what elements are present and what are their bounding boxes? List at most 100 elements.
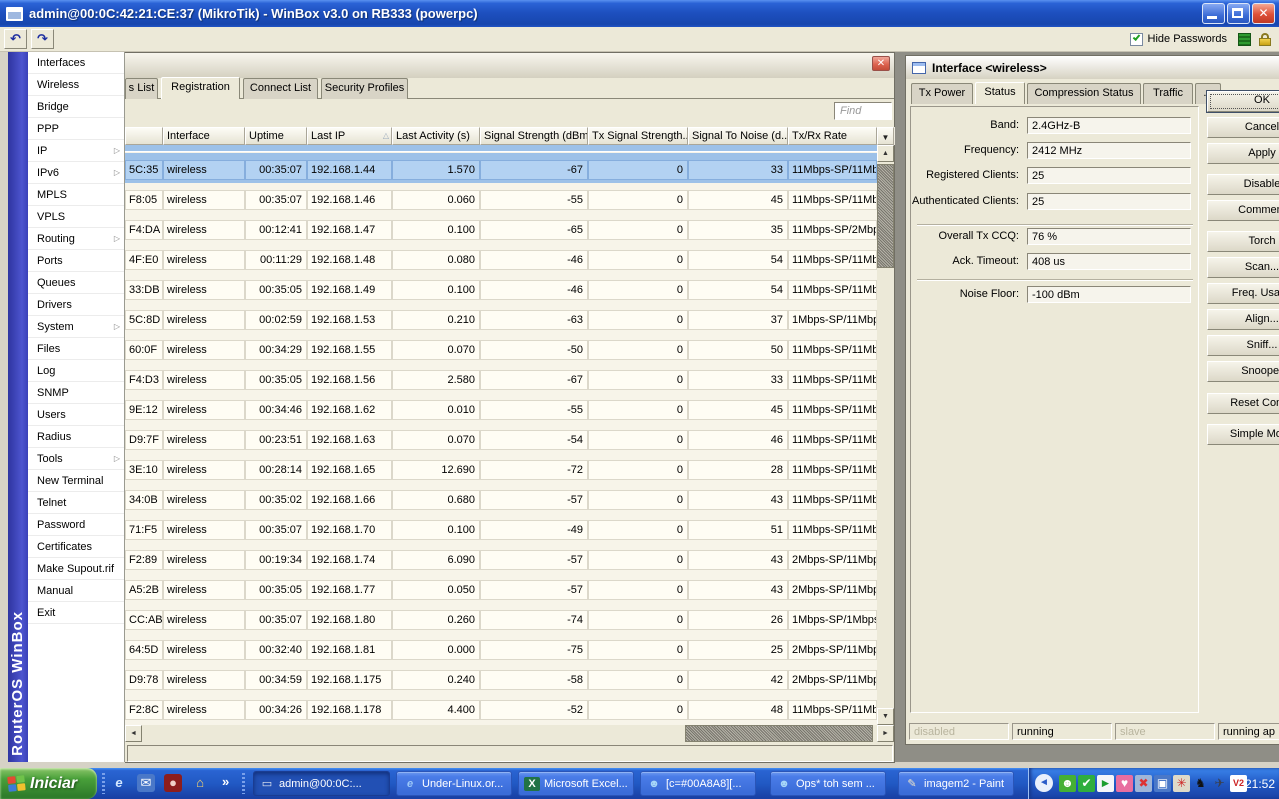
column-header-interface[interactable]: Interface xyxy=(163,127,245,145)
table-row[interactable]: D9:7Fwireless00:23:51192.168.1.630.070-5… xyxy=(125,423,877,453)
sidebar-item-manual[interactable]: Manual xyxy=(28,580,124,602)
table-row[interactable]: F2:89wireless00:19:34192.168.1.746.090-5… xyxy=(125,543,877,573)
tray-messenger-online-icon[interactable]: ☻ xyxy=(1059,775,1076,792)
sidebar-item-wireless[interactable]: Wireless xyxy=(28,74,124,96)
sniff-button[interactable]: Sniff... xyxy=(1207,335,1279,356)
minimize-button[interactable] xyxy=(1202,3,1225,24)
taskbar-task-microsoft-excel[interactable]: XMicrosoft Excel... xyxy=(518,771,634,796)
table-row[interactable]: 4F:E0wireless00:11:29192.168.1.480.080-4… xyxy=(125,243,877,273)
sidebar-item-certificates[interactable]: Certificates xyxy=(28,536,124,558)
taskbar-task-c-00a8a8[interactable]: ☻[c=#00A8A8][... xyxy=(640,771,756,796)
column-header-tx-signal-strength[interactable]: Tx Signal Strength... xyxy=(588,127,688,145)
taskbar-task-ops-toh-sem[interactable]: ☻Ops* toh sem ... xyxy=(770,771,886,796)
table-row[interactable]: F8:05wireless00:35:07192.168.1.460.060-5… xyxy=(125,183,877,213)
undo-button[interactable]: ↶ xyxy=(4,29,27,49)
sidebar-item-bridge[interactable]: Bridge xyxy=(28,96,124,118)
tab-tx-power[interactable]: Tx Power xyxy=(911,83,973,104)
tray-collapse-chevron[interactable]: ◄ xyxy=(1035,774,1053,792)
field-value-noise-floor[interactable]: -100 dBm xyxy=(1027,286,1191,303)
sidebar-item-ppp[interactable]: PPP xyxy=(28,118,124,140)
disable-button[interactable]: Disable xyxy=(1207,174,1279,195)
table-row[interactable]: D9:78wireless00:34:59192.168.1.1750.240-… xyxy=(125,663,877,693)
table-row[interactable]: F4:DAwireless00:12:41192.168.1.470.100-6… xyxy=(125,213,877,243)
column-dropdown-button[interactable]: ▼ xyxy=(877,127,894,145)
scan-button[interactable]: Scan... xyxy=(1207,257,1279,278)
sidebar-item-routing[interactable]: Routing▷ xyxy=(28,228,124,250)
taskbar-task-under-linux-or[interactable]: eUnder-Linux.or... xyxy=(396,771,512,796)
hide-passwords-checkbox[interactable] xyxy=(1130,33,1143,46)
column-header-last-activity-s[interactable]: Last Activity (s) xyxy=(392,127,480,145)
sidebar-item-drivers[interactable]: Drivers xyxy=(28,294,124,316)
taskbar-task-admin-00-0c[interactable]: ▭admin@00:0C:... xyxy=(253,771,390,796)
vertical-scroll-thumb[interactable] xyxy=(877,164,894,268)
table-row[interactable]: F2:8Cwireless00:34:26192.168.1.1784.400-… xyxy=(125,693,877,723)
tray-check-icon[interactable]: ✔ xyxy=(1078,775,1095,792)
tray-network-icon[interactable]: ▣ xyxy=(1154,775,1171,792)
wireless-window-close-button[interactable]: ✕ xyxy=(872,56,890,71)
field-value-frequency[interactable]: 2412 MHz xyxy=(1027,142,1191,159)
sidebar-item-tools[interactable]: Tools▷ xyxy=(28,448,124,470)
tab-compression-status[interactable]: Compression Status xyxy=(1027,83,1141,104)
tray-media-play-icon[interactable]: ► xyxy=(1097,775,1114,792)
tray-display-error-icon[interactable]: ✖ xyxy=(1135,775,1152,792)
column-header-uptime[interactable]: Uptime xyxy=(245,127,307,145)
table-row[interactable]: A5:2Bwireless00:35:05192.168.1.770.050-5… xyxy=(125,573,877,603)
align-button[interactable]: Align... xyxy=(1207,309,1279,330)
sidebar-item-ip[interactable]: IP▷ xyxy=(28,140,124,162)
scroll-right-button[interactable]: ► xyxy=(877,725,894,742)
field-value-registered-clients[interactable]: 25 xyxy=(1027,167,1191,184)
table-row[interactable]: 3E:10wireless00:28:14192.168.1.6512.690-… xyxy=(125,453,877,483)
table-row[interactable]: CC:ABwireless00:35:07192.168.1.800.260-7… xyxy=(125,603,877,633)
tab-status[interactable]: Status xyxy=(975,82,1025,104)
scroll-down-button[interactable]: ▼ xyxy=(877,708,894,725)
sidebar-item-ipv6[interactable]: IPv6▷ xyxy=(28,162,124,184)
tray-heart-icon[interactable]: ♥ xyxy=(1116,775,1133,792)
tray-cat-icon[interactable]: ♞ xyxy=(1192,775,1209,792)
tab-connect-list[interactable]: Connect List xyxy=(243,78,318,99)
find-input[interactable]: Find xyxy=(834,102,892,120)
sidebar-item-make-supout-rif[interactable]: Make Supout.rif xyxy=(28,558,124,580)
table-row[interactable]: 34:0Bwireless00:35:02192.168.1.660.680-5… xyxy=(125,483,877,513)
tray-wireless-alert-icon[interactable]: ✳ xyxy=(1173,775,1190,792)
torch-button[interactable]: Torch xyxy=(1207,231,1279,252)
sidebar-item-new-terminal[interactable]: New Terminal xyxy=(28,470,124,492)
tab-traffic[interactable]: Traffic xyxy=(1143,83,1193,104)
tab-registration[interactable]: Registration xyxy=(161,77,240,99)
reset-config-button[interactable]: Reset Config xyxy=(1207,393,1279,414)
sidebar-item-password[interactable]: Password xyxy=(28,514,124,536)
horizontal-scroll-thumb[interactable] xyxy=(685,725,873,742)
horizontal-scrollbar[interactable]: ◄ ► xyxy=(125,725,894,742)
field-value-authenticated-clients[interactable]: 25 xyxy=(1027,193,1191,210)
table-row[interactable]: 5C:35wireless00:35:07192.168.1.441.570-6… xyxy=(125,153,877,183)
apply-button[interactable]: Apply xyxy=(1207,143,1279,164)
sidebar-item-snmp[interactable]: SNMP xyxy=(28,382,124,404)
sidebar-item-exit[interactable]: Exit xyxy=(28,602,124,624)
column-header-x[interactable] xyxy=(125,127,163,145)
sidebar-item-interfaces[interactable]: Interfaces xyxy=(28,52,124,74)
table-row[interactable]: 9E:12wireless00:34:46192.168.1.620.010-5… xyxy=(125,393,877,423)
simple-mode-button[interactable]: Simple Mode xyxy=(1207,424,1279,445)
quicklaunch-media-icon[interactable]: ● xyxy=(164,774,182,792)
sidebar-item-telnet[interactable]: Telnet xyxy=(28,492,124,514)
sidebar-item-vpls[interactable]: VPLS xyxy=(28,206,124,228)
snooper-button[interactable]: Snooper xyxy=(1207,361,1279,382)
taskbar-task-imagem2-paint[interactable]: ✎imagem2 - Paint xyxy=(898,771,1014,796)
sidebar-item-ports[interactable]: Ports xyxy=(28,250,124,272)
table-row[interactable]: 64:5Dwireless00:32:40192.168.1.810.000-7… xyxy=(125,633,877,663)
column-header-signal-to-noise-d[interactable]: Signal To Noise (d... xyxy=(688,127,788,145)
column-header-signal-strength-dbm[interactable]: Signal Strength (dBm) xyxy=(480,127,588,145)
vertical-scrollbar[interactable]: ▲ ▼ xyxy=(877,145,894,725)
field-value-ack-timeout[interactable]: 408 us xyxy=(1027,253,1191,270)
comment-button[interactable]: Comment xyxy=(1207,200,1279,221)
quicklaunch-mail-icon[interactable]: ✉ xyxy=(137,774,155,792)
quicklaunch-handle[interactable] xyxy=(102,773,105,794)
close-button[interactable]: ✕ xyxy=(1252,3,1275,24)
field-value-band[interactable]: 2.4GHz-B xyxy=(1027,117,1191,134)
tab-security-profiles[interactable]: Security Profiles xyxy=(321,78,408,99)
scroll-left-button[interactable]: ◄ xyxy=(125,725,142,742)
sidebar-item-system[interactable]: System▷ xyxy=(28,316,124,338)
table-row[interactable]: 33:DBwireless00:35:05192.168.1.490.100-4… xyxy=(125,273,877,303)
column-header-last-ip[interactable]: Last IP△ xyxy=(307,127,392,145)
table-row[interactable]: F4:D3wireless00:35:05192.168.1.562.580-6… xyxy=(125,363,877,393)
field-value-overall-tx-ccq[interactable]: 76 % xyxy=(1027,228,1191,245)
